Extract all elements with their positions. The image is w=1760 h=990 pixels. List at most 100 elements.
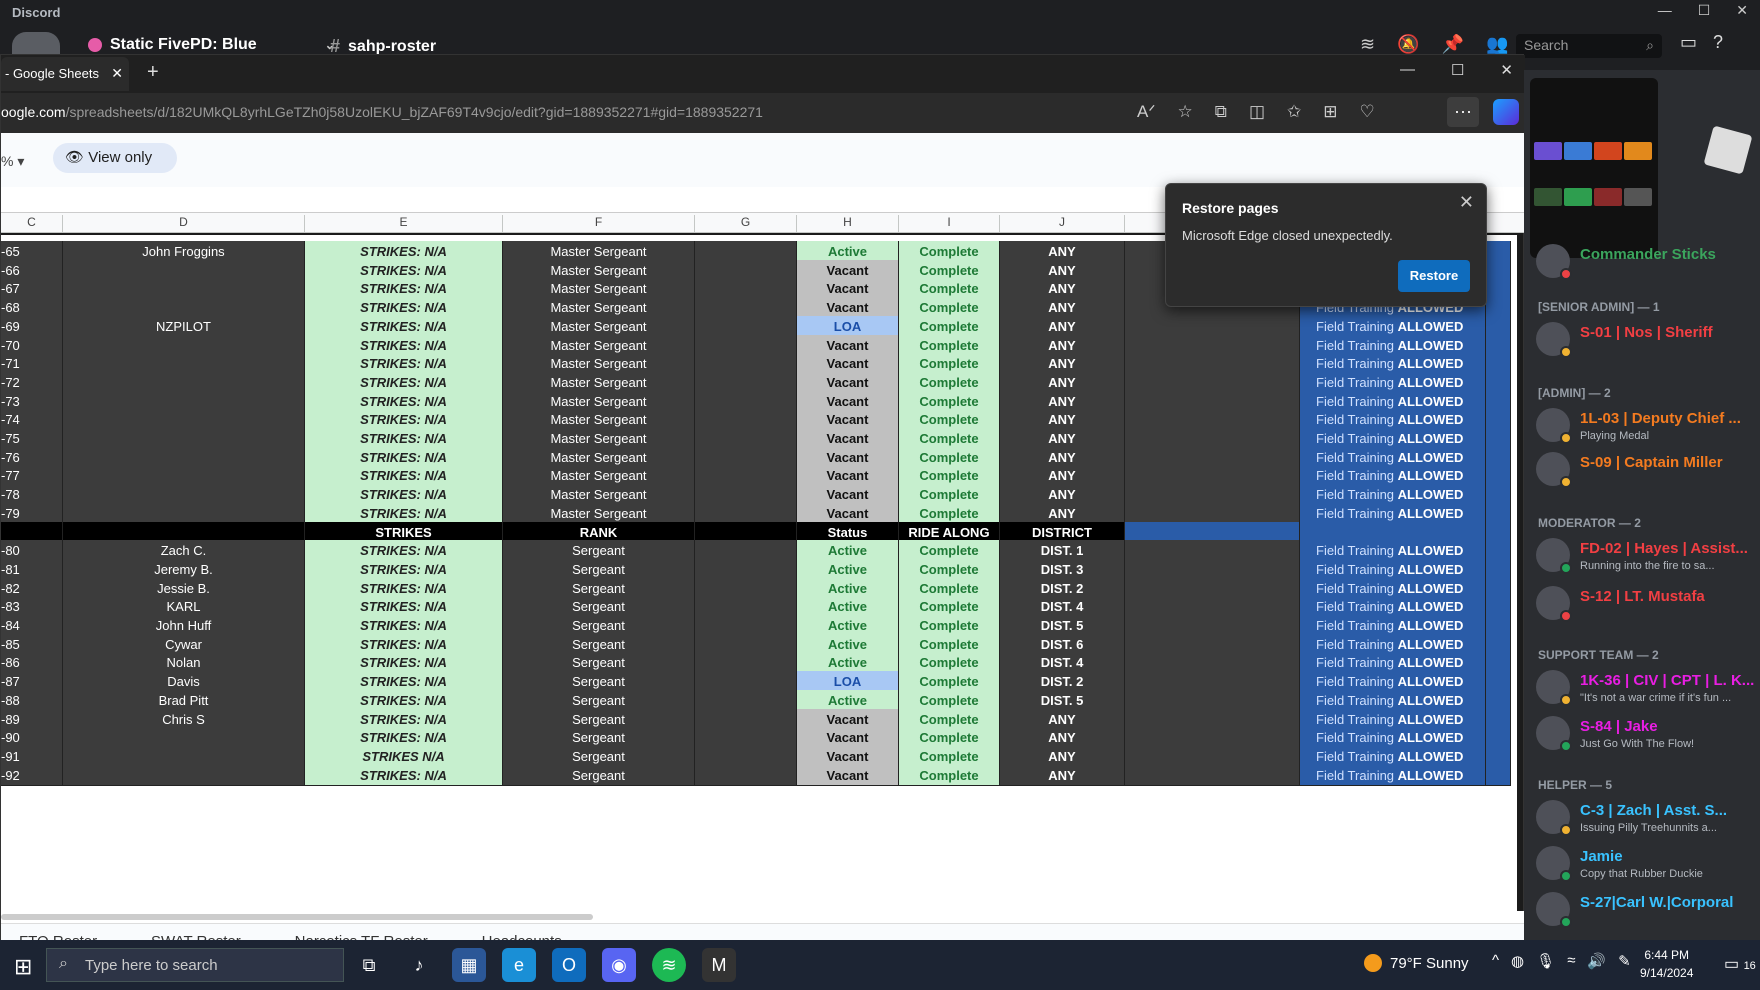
- activity-thumbnail: [1624, 142, 1652, 160]
- member-item[interactable]: S-09 | Captain Miller: [1536, 450, 1756, 490]
- col-header-e[interactable]: E: [305, 215, 503, 233]
- notes-cell[interactable]: [1125, 764, 1300, 786]
- close-icon[interactable]: ✕: [1500, 61, 1513, 79]
- sheet-grid[interactable]: -65 John Froggins STRIKES: N/A Master Serge…: [1, 235, 1517, 911]
- restore-pages-popup: Restore pages Microsoft Edge closed unex…: [1165, 183, 1487, 307]
- col-header-d[interactable]: D: [63, 215, 305, 233]
- maximize-button[interactable]: ☐: [1698, 2, 1711, 19]
- channel-toolbar: ≋ 🔕 📌 👥: [1360, 34, 1508, 55]
- ride-along-cell[interactable]: Complete: [899, 764, 1000, 786]
- taskbar-search-input[interactable]: ⌕ Type here to search: [46, 948, 344, 982]
- outlook-icon[interactable]: O: [552, 948, 586, 982]
- col-header-g[interactable]: G: [695, 215, 797, 233]
- new-tab-button[interactable]: +: [147, 61, 159, 84]
- volume-icon[interactable]: 🔊: [1587, 952, 1606, 970]
- edge-toolbar: Aᐟ ☆ ⧉ ◫ ✩ ⊞ ♡: [1137, 102, 1375, 122]
- member-item[interactable]: S-27|Carl W.|Corporal: [1536, 890, 1756, 930]
- more-menu-button[interactable]: ···: [1447, 97, 1479, 127]
- name-cell[interactable]: [63, 764, 305, 786]
- help-icon[interactable]: ?: [1713, 32, 1723, 53]
- status-cell[interactable]: Vacant: [797, 764, 899, 786]
- strikes-cell[interactable]: STRIKES: N/A: [305, 764, 503, 786]
- close-button[interactable]: ✕: [1736, 2, 1748, 19]
- col-header-f[interactable]: F: [503, 215, 695, 233]
- member-item[interactable]: Commander Sticks: [1536, 242, 1756, 282]
- store-icon[interactable]: ▦: [452, 948, 486, 982]
- member-item[interactable]: S-12 | LT. Mustafa: [1536, 584, 1756, 624]
- member-item[interactable]: Jamie Copy that Rubber Duckie: [1536, 844, 1756, 884]
- field-training-value: ALLOWED: [1397, 337, 1464, 353]
- member-status-text: Running into the fire to sa...: [1580, 560, 1715, 572]
- minimize-button[interactable]: —: [1658, 2, 1672, 19]
- field-training-value: ALLOWED: [1397, 692, 1464, 708]
- tiktok-icon[interactable]: ♪: [402, 948, 436, 982]
- clock[interactable]: 6:44 PM 9/14/2024: [1640, 946, 1693, 982]
- status-dot: [1560, 432, 1572, 444]
- weather-widget[interactable]: 79°F Sunny: [1364, 954, 1469, 972]
- close-icon[interactable]: ✕: [1459, 192, 1474, 213]
- member-status-text: "It's not a war crime if it's fun ...: [1580, 692, 1732, 704]
- read-aloud-icon[interactable]: Aᐟ: [1137, 102, 1156, 122]
- members-icon[interactable]: 👥: [1486, 34, 1508, 55]
- notification-center-icon[interactable]: ▭ 16: [1724, 954, 1756, 974]
- clock-date: 9/14/2024: [1640, 966, 1694, 980]
- edge-cell[interactable]: [1486, 764, 1511, 786]
- app-tray-icon[interactable]: ◍: [1511, 952, 1524, 970]
- row-id-cell[interactable]: -92: [1, 764, 63, 786]
- field-training-label: Field Training: [1316, 505, 1398, 521]
- browser-essentials-icon[interactable]: ♡: [1360, 102, 1375, 122]
- threads-icon[interactable]: ≋: [1360, 34, 1375, 55]
- zoom-select[interactable]: % ▾: [1, 153, 24, 170]
- member-item[interactable]: S-84 | Jake Just Go With The Flow!: [1536, 714, 1756, 754]
- browser-tab[interactable]: - Google Sheets ✕: [1, 57, 129, 91]
- restore-button[interactable]: Restore: [1398, 260, 1470, 292]
- col-header-c[interactable]: C: [1, 215, 63, 233]
- weather-text: 79°F Sunny: [1390, 954, 1469, 972]
- member-status-text: Just Go With The Flow!: [1580, 738, 1695, 750]
- member-item[interactable]: S-01 | Nos | Sheriff: [1536, 320, 1756, 360]
- edge-icon[interactable]: e: [502, 948, 536, 982]
- wifi-icon[interactable]: ≈: [1567, 952, 1575, 970]
- maximize-icon[interactable]: ☐: [1451, 61, 1464, 79]
- horizontal-scrollbar[interactable]: [1, 911, 1525, 923]
- discord-icon[interactable]: ◉: [602, 948, 636, 982]
- server-name[interactable]: Static FivePD: Blue ⌄: [88, 36, 335, 54]
- collections-icon[interactable]: ⊞: [1323, 102, 1337, 122]
- windows-start-icon[interactable]: ⊞: [14, 954, 32, 980]
- task-view-icon[interactable]: ⧉: [352, 948, 386, 982]
- col-header-i[interactable]: I: [899, 215, 1000, 233]
- view-only-button[interactable]: 👁 View only: [53, 143, 177, 173]
- spotify-icon[interactable]: ≋: [652, 948, 686, 982]
- copilot-icon[interactable]: [1493, 99, 1519, 125]
- activity-card[interactable]: [1530, 78, 1658, 258]
- member-item[interactable]: C-3 | Zach | Asst. S... Issuing Pilly Tre…: [1536, 798, 1756, 838]
- member-item[interactable]: 1L-03 | Deputy Chief ... Playing Medal: [1536, 406, 1756, 446]
- pen-icon[interactable]: ✎: [1618, 952, 1631, 970]
- extensions-icon[interactable]: ⧉: [1215, 102, 1227, 122]
- mute-icon[interactable]: 🔕: [1397, 34, 1419, 55]
- col-header-h[interactable]: H: [797, 215, 899, 233]
- district-cell[interactable]: ANY: [1000, 764, 1125, 786]
- empty-cell[interactable]: [695, 764, 797, 786]
- member-item[interactable]: 1K-36 | CIV | CPT | L. K... "It's not a w…: [1536, 668, 1756, 708]
- split-screen-icon[interactable]: ◫: [1249, 102, 1265, 122]
- favorites-icon[interactable]: ✩: [1287, 102, 1301, 122]
- col-header-j[interactable]: J: [1000, 215, 1125, 233]
- status-dot: [1560, 610, 1572, 622]
- close-tab-icon[interactable]: ✕: [111, 65, 123, 82]
- pin-icon[interactable]: 📌: [1442, 34, 1464, 55]
- rank-cell[interactable]: Sergeant: [503, 764, 695, 786]
- microphone-icon[interactable]: 🎙: [1536, 952, 1555, 970]
- search-placeholder: Search: [1524, 37, 1569, 53]
- favorite-star-icon[interactable]: ☆: [1178, 102, 1193, 122]
- inbox-icon[interactable]: ▭: [1680, 32, 1697, 53]
- show-hidden-icons-icon[interactable]: ^: [1492, 952, 1499, 970]
- discord-search-input[interactable]: Search ⌕: [1516, 34, 1662, 58]
- member-name: S-84 | Jake: [1580, 718, 1658, 735]
- minimize-icon[interactable]: —: [1400, 61, 1415, 79]
- field-training-cell[interactable]: Field Training ALLOWED: [1300, 764, 1486, 786]
- member-item[interactable]: FD-02 | Hayes | Assist... Running into th…: [1536, 536, 1756, 576]
- scroll-thumb[interactable]: [1, 914, 593, 920]
- game-launcher-icon[interactable]: M: [702, 948, 736, 982]
- url-input[interactable]: oogle.com/spreadsheets/d/182UMkQL8yrhLGe…: [1, 104, 763, 120]
